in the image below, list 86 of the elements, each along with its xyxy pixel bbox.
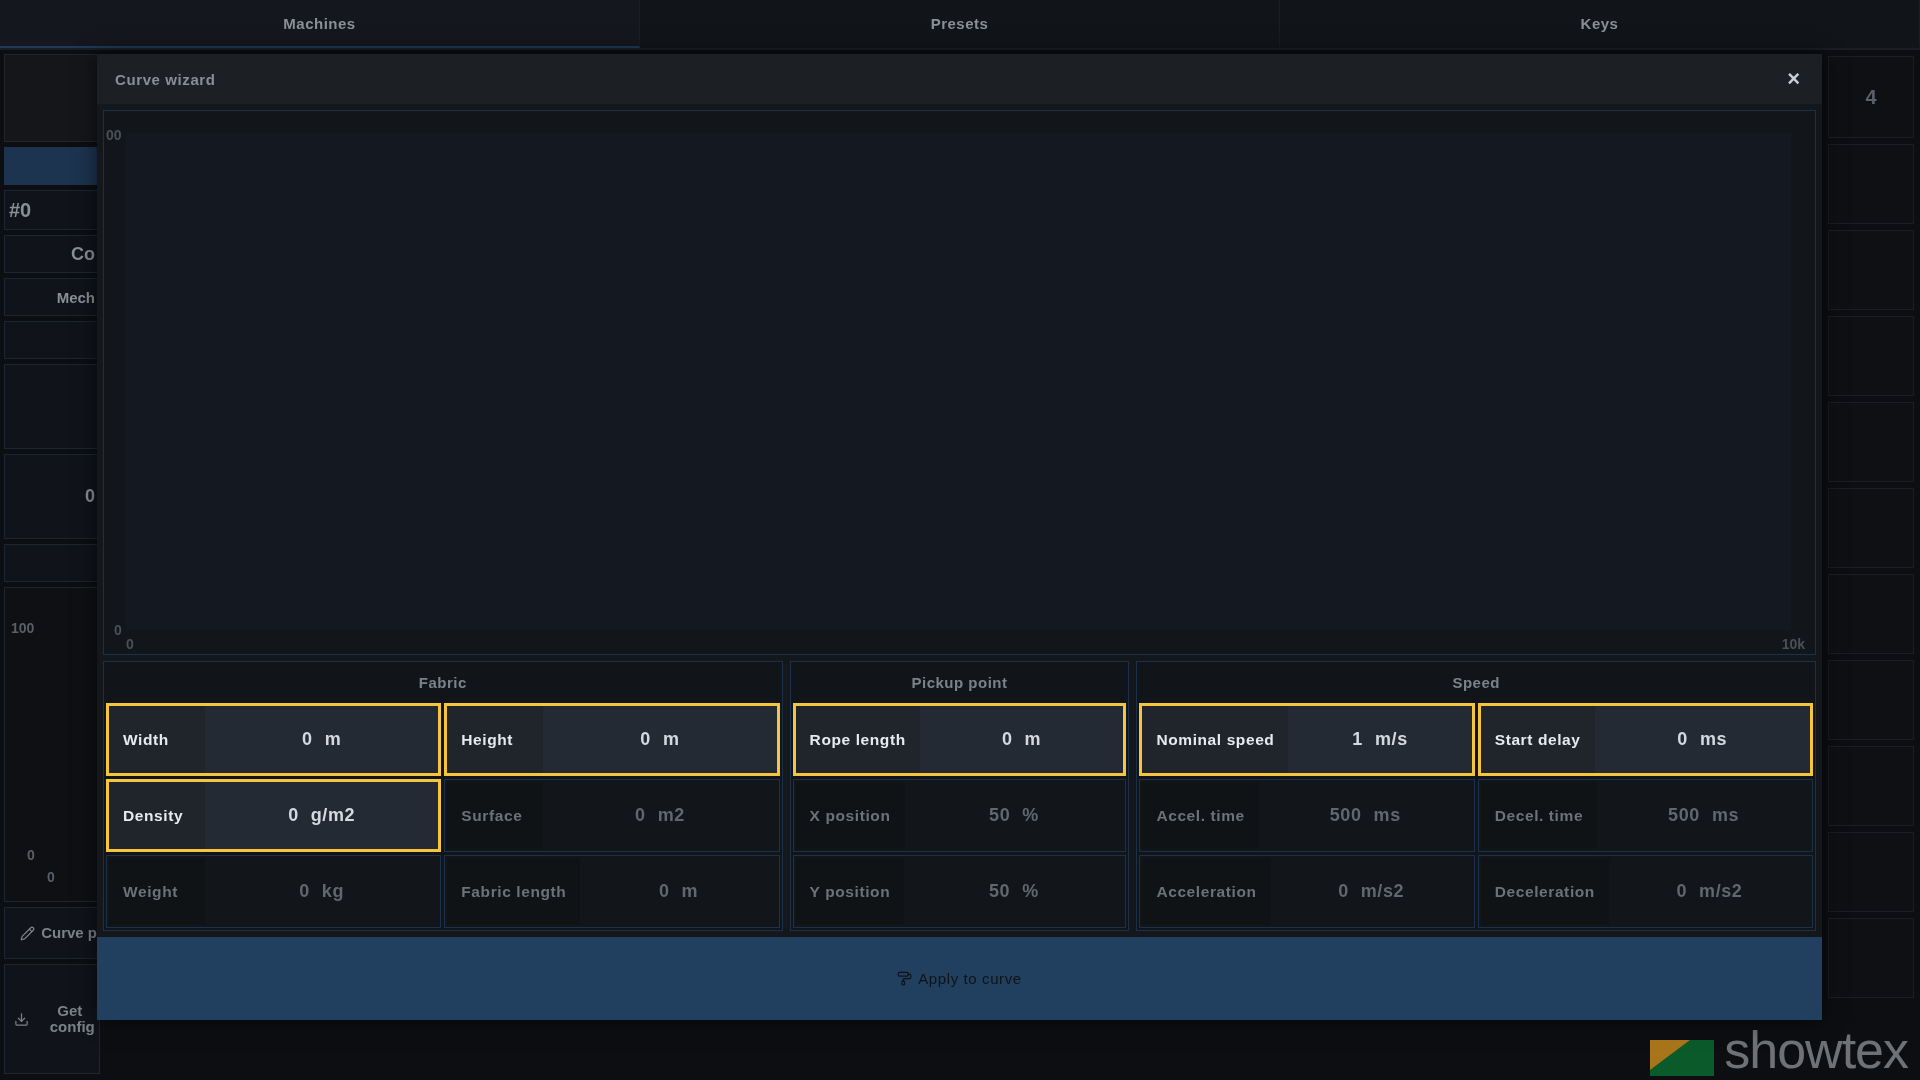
field-unit: kg bbox=[321, 881, 345, 902]
input-field[interactable]: Start delay 0 ms bbox=[1477, 703, 1813, 776]
input-field[interactable]: Weight 0 kg bbox=[106, 855, 442, 928]
field-unit: m bbox=[324, 729, 342, 750]
machine-name: Co bbox=[71, 243, 95, 265]
logo-text: showtex bbox=[1724, 1024, 1908, 1076]
input-field[interactable]: Accel. time 500 ms bbox=[1139, 779, 1475, 852]
machine-id: #0 bbox=[9, 198, 32, 222]
axis-label: 0 bbox=[114, 622, 122, 638]
download-icon bbox=[14, 1011, 30, 1027]
field-label: Rope length bbox=[795, 706, 920, 773]
field-label: Fabric length bbox=[447, 858, 581, 925]
axis-label: 100 bbox=[11, 620, 35, 636]
get-config-button[interactable]: Get config bbox=[4, 964, 100, 1074]
field-value: 0 bbox=[302, 729, 313, 750]
input-field[interactable]: Decel. time 500 ms bbox=[1477, 779, 1813, 852]
input-field[interactable]: X position 50 % bbox=[792, 779, 1127, 852]
axis-label: 00 bbox=[106, 127, 122, 143]
axis-label: 10k bbox=[1781, 636, 1805, 652]
field-unit: % bbox=[1022, 881, 1039, 902]
group-title: Speed bbox=[1452, 673, 1500, 693]
field-label: Width bbox=[109, 706, 205, 773]
field-value: 1 bbox=[1352, 729, 1363, 750]
field-label: Surface bbox=[447, 782, 544, 849]
field-value: 0 bbox=[1338, 881, 1349, 902]
field-value: 50 bbox=[988, 881, 1011, 902]
field-label: Height bbox=[447, 706, 544, 773]
cell-number: 4 bbox=[1865, 85, 1877, 109]
input-field[interactable]: Rope length 0 m bbox=[792, 703, 1127, 776]
field-unit: m/s2 bbox=[1699, 881, 1743, 902]
field-value: 0 bbox=[658, 881, 670, 902]
field-value: 500 bbox=[1329, 805, 1362, 826]
field-value: 50 bbox=[989, 805, 1011, 826]
field-unit: m bbox=[662, 729, 680, 750]
field-unit: ms bbox=[1711, 805, 1740, 826]
field-unit: % bbox=[1022, 805, 1039, 826]
axis-label: 0 bbox=[47, 869, 55, 885]
field-value: 0 bbox=[1001, 729, 1013, 750]
input-field[interactable]: Density 0 g/m2 bbox=[106, 779, 442, 852]
group-title: Fabric bbox=[418, 673, 467, 693]
close-button[interactable]: × bbox=[1783, 66, 1804, 92]
tab[interactable]: Machines bbox=[0, 0, 640, 48]
input-field[interactable]: Fabric length 0 m bbox=[444, 855, 780, 928]
curve-button[interactable]: Curve p bbox=[4, 907, 100, 959]
input-field[interactable]: Surface 0 m2 bbox=[444, 779, 780, 852]
field-unit: m bbox=[681, 881, 699, 902]
input-field[interactable]: Y position 50 % bbox=[792, 855, 1127, 928]
field-unit: m/s2 bbox=[1360, 881, 1405, 902]
field-value: 0 bbox=[1676, 881, 1688, 902]
field-value: 0 bbox=[1677, 729, 1688, 750]
field-label: Density bbox=[109, 782, 205, 849]
field-unit: m bbox=[1024, 729, 1042, 750]
field-unit: ms bbox=[1373, 805, 1401, 826]
partial-text: 0 bbox=[85, 486, 95, 507]
input-field[interactable]: Nominal speed 1 m/s bbox=[1139, 703, 1475, 776]
field-value: 0 bbox=[288, 805, 299, 826]
field-value: 0 bbox=[635, 805, 646, 826]
input-field[interactable]: Deceleration 0 m/s2 bbox=[1477, 855, 1813, 928]
field-label: Y position bbox=[795, 858, 905, 925]
axis-label: 0 bbox=[27, 847, 35, 863]
field-label: Start delay bbox=[1480, 706, 1595, 773]
field-label: Deceleration bbox=[1480, 858, 1609, 925]
field-label: Decel. time bbox=[1480, 782, 1598, 849]
field-label: X position bbox=[795, 782, 905, 849]
field-value: 500 bbox=[1668, 805, 1700, 826]
dialog-title: Curve wizard bbox=[115, 70, 216, 88]
selected-bar[interactable] bbox=[4, 147, 100, 185]
field-unit: g/m2 bbox=[310, 805, 356, 826]
paint-roller-icon bbox=[897, 971, 913, 986]
input-field[interactable]: Height 0 m bbox=[444, 703, 780, 776]
field-unit: m/s bbox=[1374, 729, 1408, 750]
group-title: Pickup point bbox=[911, 673, 1008, 693]
pencil-icon bbox=[20, 925, 36, 941]
field-unit: ms bbox=[1699, 729, 1728, 750]
field-value: 0 bbox=[299, 881, 310, 902]
axis-label: 0 bbox=[126, 636, 134, 652]
input-field[interactable]: Acceleration 0 m/s2 bbox=[1139, 855, 1475, 928]
field-value: 0 bbox=[640, 729, 651, 750]
field-label: Accel. time bbox=[1142, 782, 1259, 849]
field-label: Weight bbox=[109, 858, 205, 925]
logo-icon bbox=[1650, 1040, 1715, 1076]
field-label: Nominal speed bbox=[1142, 706, 1289, 773]
field-unit: m2 bbox=[657, 805, 685, 826]
input-field[interactable]: Width 0 m bbox=[106, 703, 442, 776]
field-label: Acceleration bbox=[1142, 858, 1271, 925]
machine-type: Mech bbox=[56, 288, 95, 306]
